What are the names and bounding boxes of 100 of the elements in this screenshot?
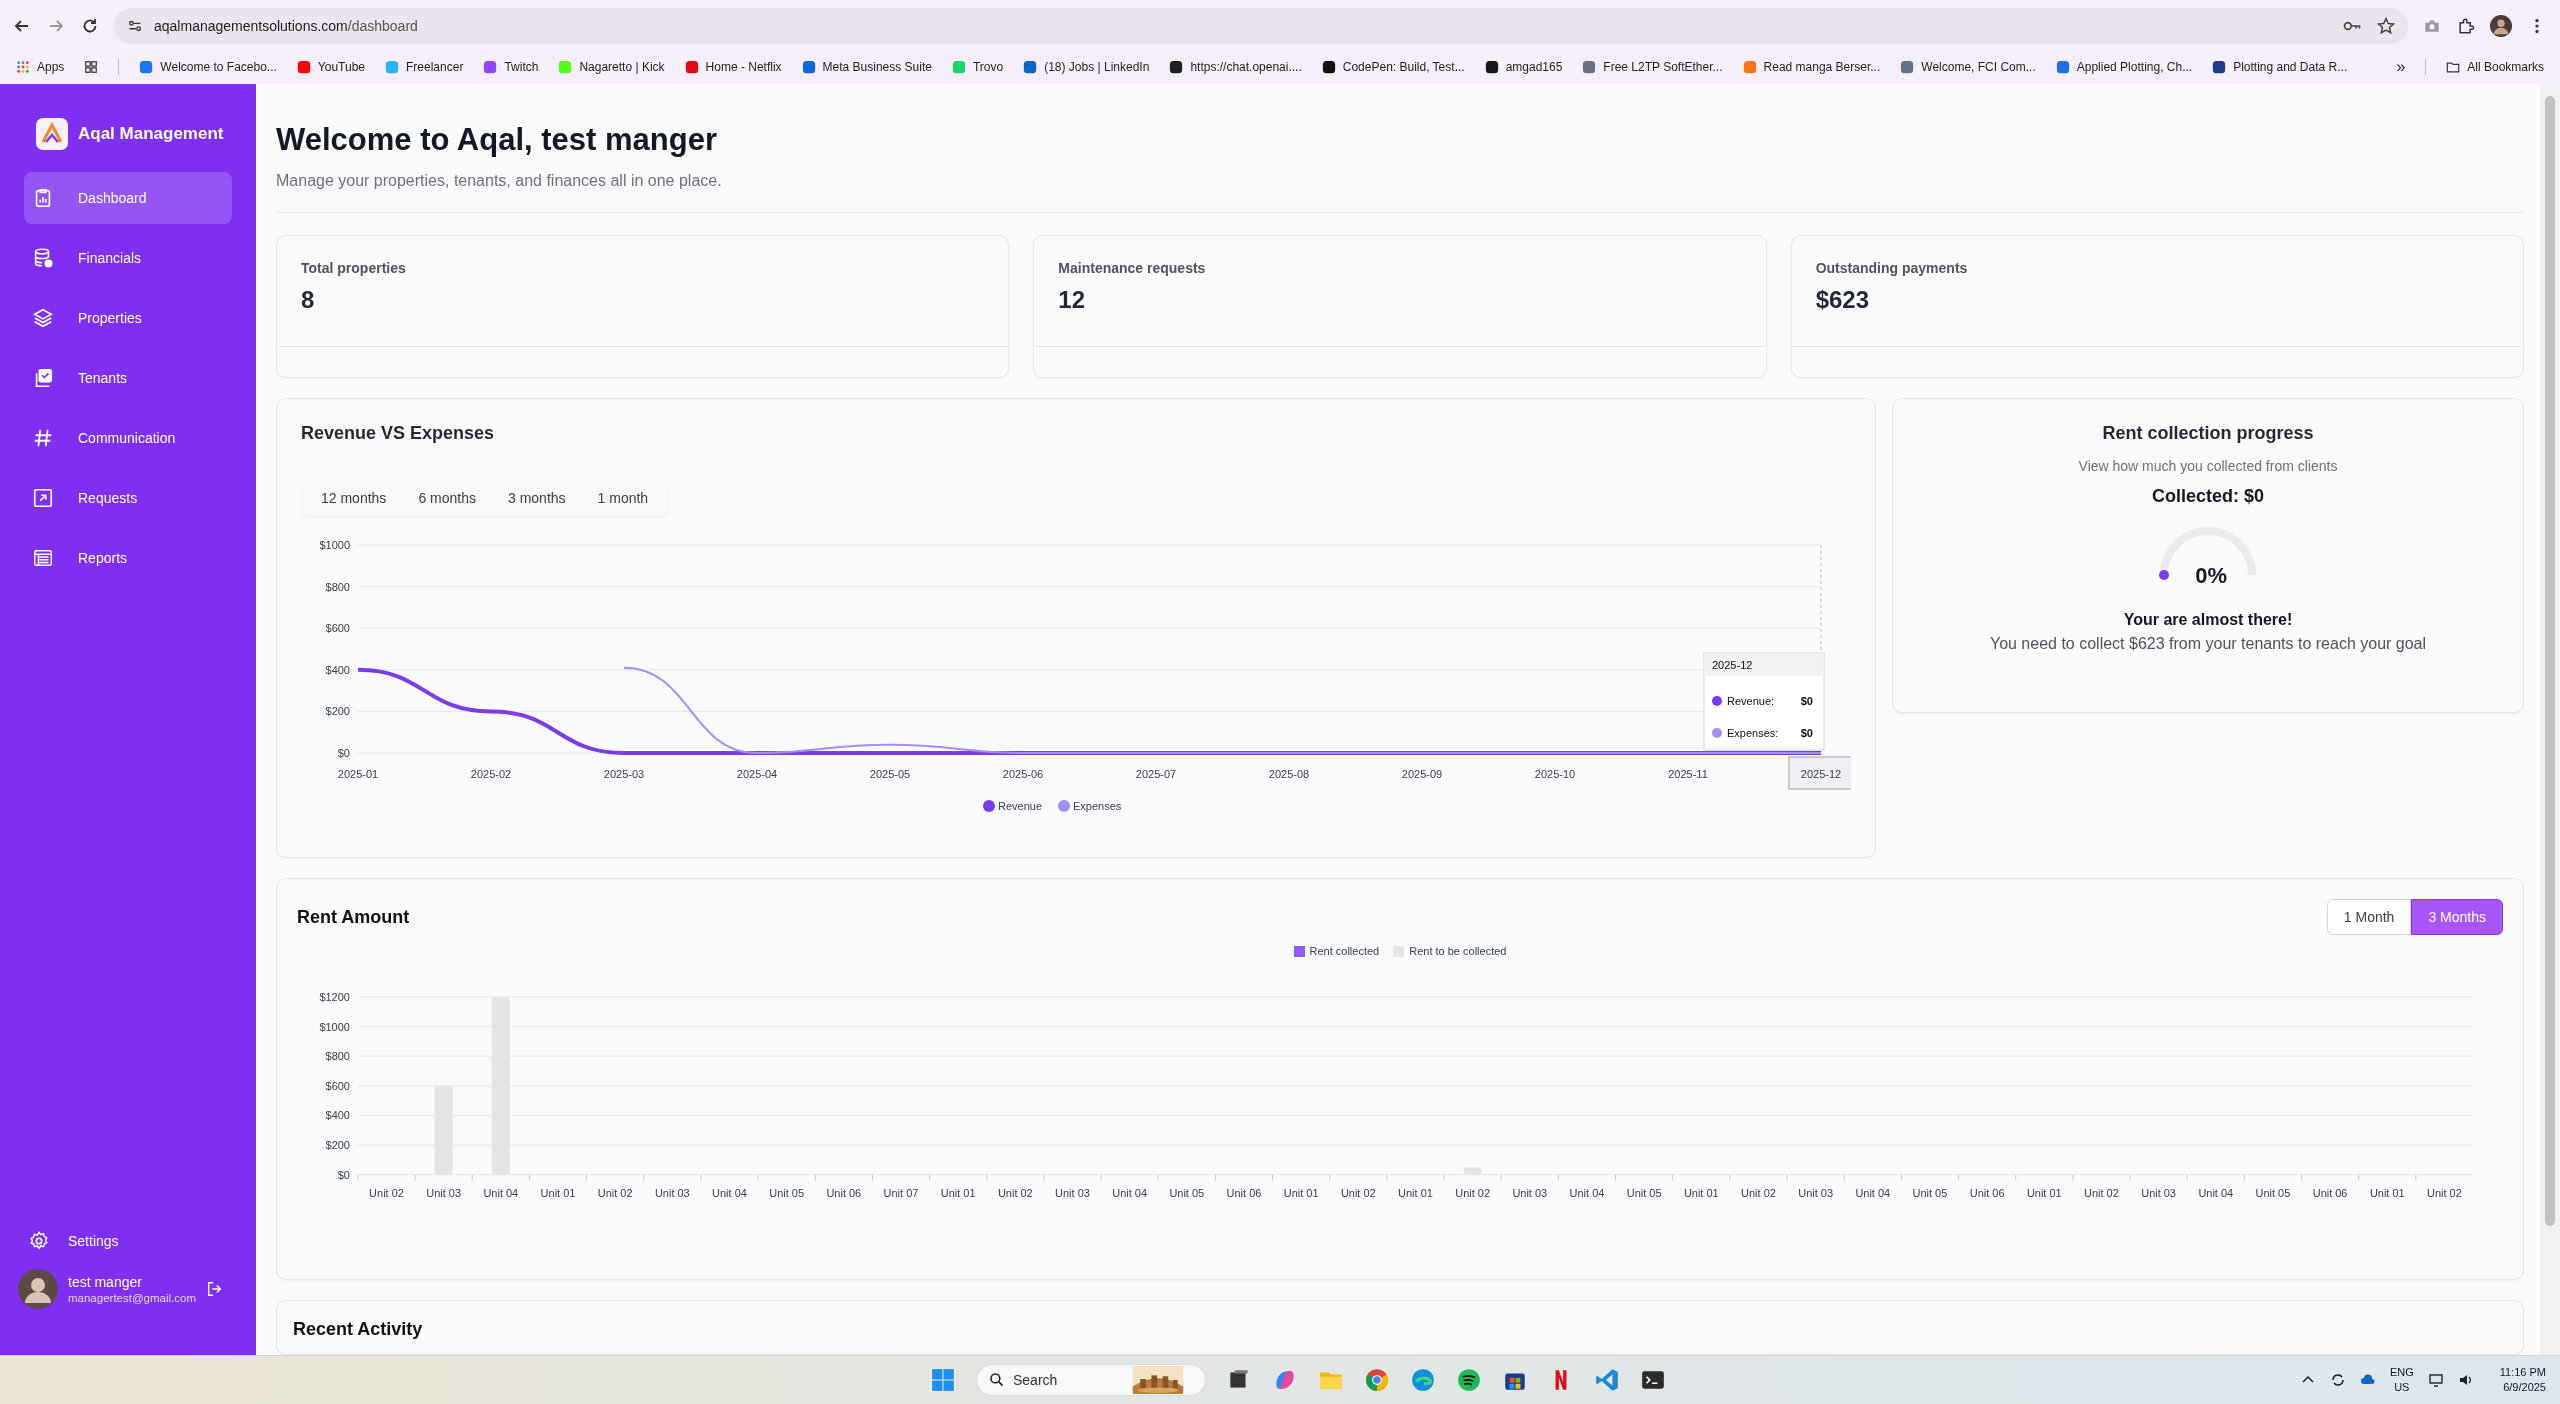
axis-label: Unit 03 [2141, 1186, 2176, 1199]
axis-label: Unit 05 [1169, 1186, 1205, 1199]
axis-label: $600 [325, 622, 350, 635]
range-tab[interactable]: 6 months [402, 484, 492, 512]
range-button[interactable]: 3 Months [2411, 899, 2503, 935]
stat-value: 8 [301, 286, 316, 314]
axis-label: Unit 05 [1626, 1186, 1662, 1199]
stat-label: Maintenance requests [1058, 260, 1207, 276]
nav-item[interactable]: Reports [24, 532, 232, 584]
axis-label: 2025-07 [1135, 768, 1177, 780]
axis-label: $400 [325, 1109, 350, 1122]
bookmark[interactable]: https://chat.openai.... [1169, 60, 1302, 74]
bookmark[interactable]: Welcome, FCI Com... [1900, 60, 2036, 74]
nav-item[interactable]: Requests [24, 472, 232, 524]
axis-label: Unit 03 [426, 1186, 462, 1199]
bookmark[interactable]: Meta Business Suite [801, 60, 932, 74]
axis-label: Unit 01 [1398, 1186, 1433, 1199]
range-tab[interactable]: 1 month [581, 484, 665, 512]
axis-label: 2025-01 [337, 768, 379, 780]
axis-label: $200 [325, 1139, 350, 1152]
axis-label: Unit 04 [1569, 1186, 1605, 1199]
axis-label: Unit 06 [1226, 1186, 1262, 1199]
apps-bookmark[interactable]: Apps [16, 60, 65, 74]
nav-item[interactable]: Financials [24, 232, 232, 284]
progress-message: Your are almost there! [2123, 611, 2293, 629]
axis-label: 2025-12 [1800, 768, 1842, 780]
axis-label: Unit 06 [826, 1186, 862, 1199]
card-title: Revenue VS Expenses [301, 423, 496, 444]
stat-value: $623 [1815, 286, 1871, 314]
axis-label: $800 [325, 580, 350, 593]
stat-label: Total properties [301, 260, 407, 276]
axis-label: $800 [325, 1050, 350, 1063]
axis-label: $200 [325, 705, 350, 718]
axis-label: Unit 02 [1340, 1186, 1376, 1199]
axis-label: Unit 01 [1683, 1186, 1719, 1199]
bookmark[interactable]: CodePen: Build, Test... [1321, 60, 1465, 74]
page-title: Welcome to Aqal, test manger [276, 121, 718, 158]
bookmark[interactable]: Twitch [483, 60, 539, 74]
clock[interactable]: 11:16 PM 6/9/2025 [2499, 1365, 2546, 1395]
legend-label: Rent collected [1309, 945, 1380, 957]
axis-label: Unit 07 [883, 1186, 919, 1199]
bookmark[interactable]: Nagaretto | Kick [558, 60, 665, 74]
progress-detail: You need to collect $623 from your tenants to reach your goal [1989, 635, 2427, 653]
tooltip-value: $0 [1800, 695, 1813, 707]
bookmark[interactable]: (18) Jobs | LinkedIn [1023, 60, 1150, 74]
axis-label: Unit 03 [1798, 1186, 1833, 1199]
bookmark[interactable]: Freelancer [385, 60, 464, 74]
collected-amount: Collected: $0 [2151, 486, 2264, 507]
nav-item[interactable]: Properties [24, 292, 232, 344]
nav-item[interactable]: Dashboard [24, 172, 232, 224]
search-field[interactable]: Search [976, 1364, 1206, 1396]
axis-label: 2025-11 [1668, 768, 1708, 780]
bookmark[interactable]: Home - Netflix [684, 60, 782, 74]
legend-label: Rent to be collected [1409, 945, 1507, 957]
brand-name: Aqal Management [78, 124, 224, 144]
language-indicator[interactable]: ENG US [2389, 1365, 2414, 1395]
user-name: test manger [68, 1274, 143, 1290]
axis-label: Unit 04 [1112, 1186, 1148, 1199]
percent-label: 0% [2195, 563, 2228, 589]
range-button[interactable]: 1 Month [2326, 899, 2412, 935]
axis-label: Unit 05 [769, 1186, 805, 1199]
range-tab[interactable]: 3 months [491, 484, 582, 512]
user-email: managertest@gmail.com [68, 1292, 196, 1304]
bookmark[interactable]: Applied Plotting, Ch... [2055, 60, 2193, 74]
nav-item[interactable]: Communication [24, 412, 232, 464]
nav-item[interactable]: Tenants [24, 352, 232, 404]
axis-label: 2025-02 [470, 768, 512, 780]
range-tab[interactable]: 12 months [305, 484, 403, 512]
bookmark[interactable]: amgad165 [1484, 60, 1563, 74]
axis-label: Unit 01 [2369, 1186, 2405, 1199]
bookmark[interactable]: Read manga Berser... [1742, 60, 1881, 74]
stat-value: 12 [1058, 286, 1087, 314]
tooltip-label: Expenses: [1727, 727, 1779, 739]
bookmark[interactable]: Welcome to Facebo... [139, 60, 277, 74]
axis-label: Unit 01 [540, 1186, 576, 1199]
card-title: Rent collection progress [2102, 423, 2314, 444]
axis-label: $0 [337, 1168, 350, 1181]
bookmark[interactable]: YouTube [296, 60, 365, 74]
tooltip-title: 2025-12 [1712, 659, 1753, 671]
axis-label: Unit 05 [1912, 1186, 1948, 1199]
bookmark[interactable]: Trovo [951, 60, 1004, 74]
axis-label: 2025-03 [603, 768, 645, 780]
card-subtitle: View how much you collected from clients [2078, 458, 2338, 474]
axis-label: Unit 04 [483, 1186, 519, 1199]
address-bar[interactable]: aqalmanagementsolutions.com/dashboard [114, 8, 2408, 44]
axis-label: Unit 02 [1741, 1186, 1776, 1199]
all-bookmarks[interactable]: All Bookmarks [2446, 60, 2544, 74]
legend-label: Expenses [1073, 800, 1122, 812]
settings-link[interactable]: Settings [24, 1223, 232, 1259]
bookmark[interactable]: Plotting and Data R... [2212, 60, 2348, 74]
axis-label: 2025-08 [1268, 768, 1310, 780]
tooltip-label: Revenue: [1727, 695, 1775, 707]
axis-label: $1200 [319, 990, 350, 1003]
card-title: Rent Amount [297, 906, 410, 928]
axis-label: Unit 06 [2312, 1186, 2348, 1199]
axis-label: Unit 06 [1969, 1186, 2005, 1199]
axis-label: $1000 [319, 1020, 350, 1033]
bookmark[interactable]: Free L2TP SoftEther... [1582, 60, 1723, 74]
axis-label: Unit 04 [712, 1186, 747, 1199]
more-bookmarks-button[interactable]: » [2396, 58, 2406, 76]
